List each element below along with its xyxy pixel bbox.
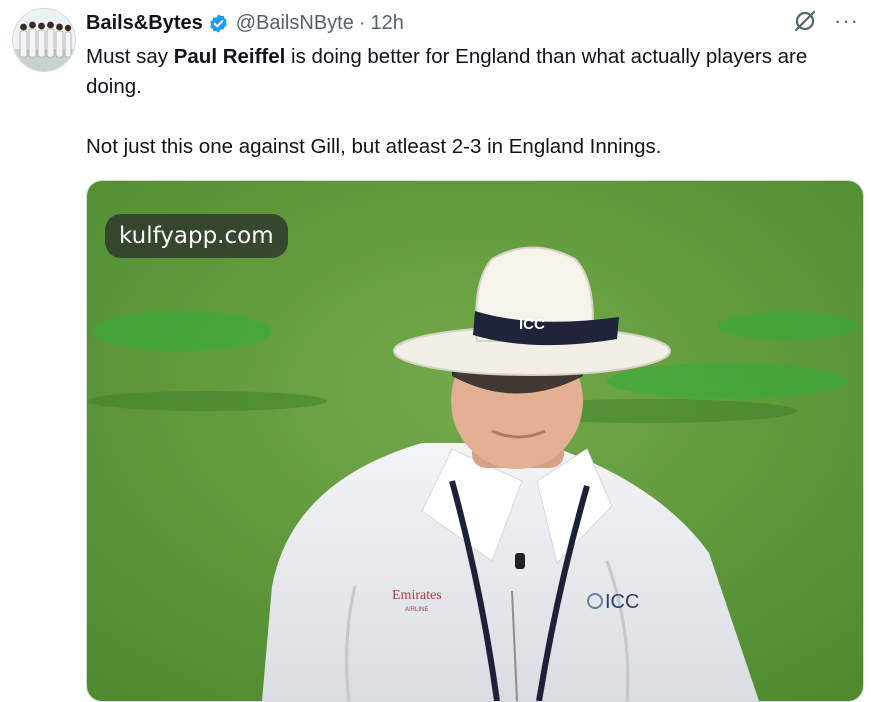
verified-badge-icon: [208, 13, 229, 34]
shirt-sponsor-text: Emirates: [392, 588, 442, 603]
timestamp[interactable]: 12h: [371, 12, 404, 35]
tweet-header: Bails&Bytes @BailsNByte · 12h: [86, 10, 404, 36]
tweet-paragraph-1: Must say Paul Reiffel is doing better fo…: [86, 42, 866, 102]
author-name[interactable]: Bails&Bytes: [86, 12, 203, 35]
separator-dot: ·: [358, 11, 366, 34]
kulfy-watermark: kulfyapp.com: [105, 214, 288, 258]
avatar-image: [13, 9, 75, 71]
shirt-sponsor-subtext: AIRLINE: [405, 607, 428, 613]
tweet-paragraph-2: Not just this one against Gill, but atle…: [86, 135, 662, 158]
shirt-icc-text: ICC: [605, 591, 639, 613]
tweet-text-prefix: Must say: [86, 45, 174, 68]
grok-icon[interactable]: [792, 8, 818, 34]
author-handle[interactable]: @BailsNByte: [236, 12, 354, 35]
tweet-media[interactable]: ICC Emirates AIRLINE ICC kulfyapp.com: [86, 180, 864, 702]
tweet-text: Must say Paul Reiffel is doing better fo…: [86, 42, 866, 162]
umpire-video-frame: ICC Emirates AIRLINE ICC: [87, 181, 863, 701]
more-icon[interactable]: ···: [834, 8, 859, 34]
hat-band-text: ICC: [519, 316, 545, 333]
mentioned-name: Paul Reiffel: [173, 45, 286, 68]
header-actions: ···: [792, 8, 859, 34]
avatar[interactable]: [12, 8, 76, 72]
